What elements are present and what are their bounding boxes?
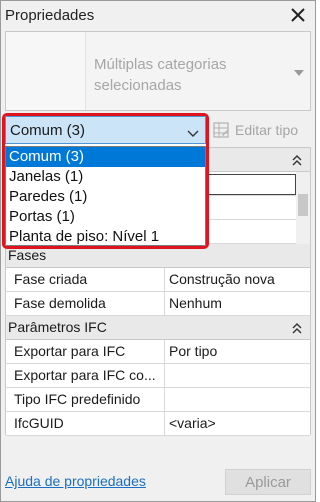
group-title: Parâmetros IFC <box>8 319 107 335</box>
property-name: Fase demolida <box>14 295 106 311</box>
collapse-icon[interactable] <box>292 153 302 166</box>
property-row-exportar-ifc-como[interactable]: Exportar para IFC co... <box>6 364 310 388</box>
group-title: Fases <box>8 247 47 263</box>
property-value[interactable]: Nenhum <box>169 295 222 311</box>
filter-option-paredes[interactable]: Paredes (1) <box>6 187 205 207</box>
filter-option-planta-de-piso[interactable]: Planta de piso: Nível 1 <box>6 227 205 246</box>
property-name: Exportar para IFC <box>14 343 126 359</box>
collapse-icon[interactable] <box>292 321 302 334</box>
property-row-exportar-ifc[interactable]: Exportar para IFC Por tipo <box>6 340 310 364</box>
property-name: Fase criada <box>14 271 88 287</box>
title-bar: Propriedades <box>1 1 315 31</box>
group-header-parametros-ifc[interactable]: Parâmetros IFC <box>6 316 310 340</box>
property-row-fase-demolida[interactable]: Fase demolida Nenhum <box>6 292 310 316</box>
property-row-fase-criada[interactable]: Fase criada Construção nova <box>6 268 310 292</box>
apply-button[interactable]: Aplicar <box>225 469 311 495</box>
category-filter-dropdown[interactable]: Comum (3) Comum (3) Janelas (1) Paredes … <box>2 113 209 249</box>
edit-type-icon <box>213 122 229 138</box>
filter-option-comum[interactable]: Comum (3) <box>6 147 205 167</box>
edit-type-label: Editar tipo <box>235 122 299 138</box>
properties-palette: Propriedades Múltiplas categorias seleci… <box>0 0 316 502</box>
property-value[interactable]: Construção nova <box>169 271 275 287</box>
property-value[interactable]: Por tipo <box>169 343 217 359</box>
window-title: Propriedades <box>5 7 95 24</box>
filter-option-portas[interactable]: Portas (1) <box>6 207 205 227</box>
type-selector[interactable]: Múltiplas categorias selecionadas <box>5 31 311 111</box>
category-filter-list: Comum (3) Janelas (1) Paredes (1) Portas… <box>5 146 206 246</box>
filter-option-janelas[interactable]: Janelas (1) <box>6 167 205 187</box>
category-filter-value: Comum (3) <box>10 122 86 139</box>
close-icon[interactable] <box>289 5 307 25</box>
property-row-tipo-ifc[interactable]: Tipo IFC predefinido <box>6 388 310 412</box>
edit-type-button[interactable]: Editar tipo <box>213 119 298 141</box>
category-filter-select[interactable]: Comum (3) <box>5 116 206 144</box>
type-preview-image <box>6 32 86 110</box>
property-name: Tipo IFC predefinido <box>14 391 141 407</box>
footer: Ajuda de propriedades Aplicar <box>1 463 315 501</box>
properties-help-link[interactable]: Ajuda de propriedades <box>5 473 146 489</box>
type-selector-arrow-icon[interactable] <box>294 70 304 76</box>
vertical-scrollbar[interactable] <box>296 172 310 244</box>
property-name: Exportar para IFC co... <box>14 367 156 383</box>
property-name: IfcGUID <box>14 415 64 431</box>
scrollbar-thumb[interactable] <box>298 194 308 216</box>
chevron-down-icon[interactable] <box>187 126 199 137</box>
type-selector-label: Múltiplas categorias selecionadas <box>94 56 227 94</box>
property-value[interactable]: <varia> <box>169 415 216 431</box>
property-row-ifcguid[interactable]: IfcGUID <varia> <box>6 412 310 436</box>
